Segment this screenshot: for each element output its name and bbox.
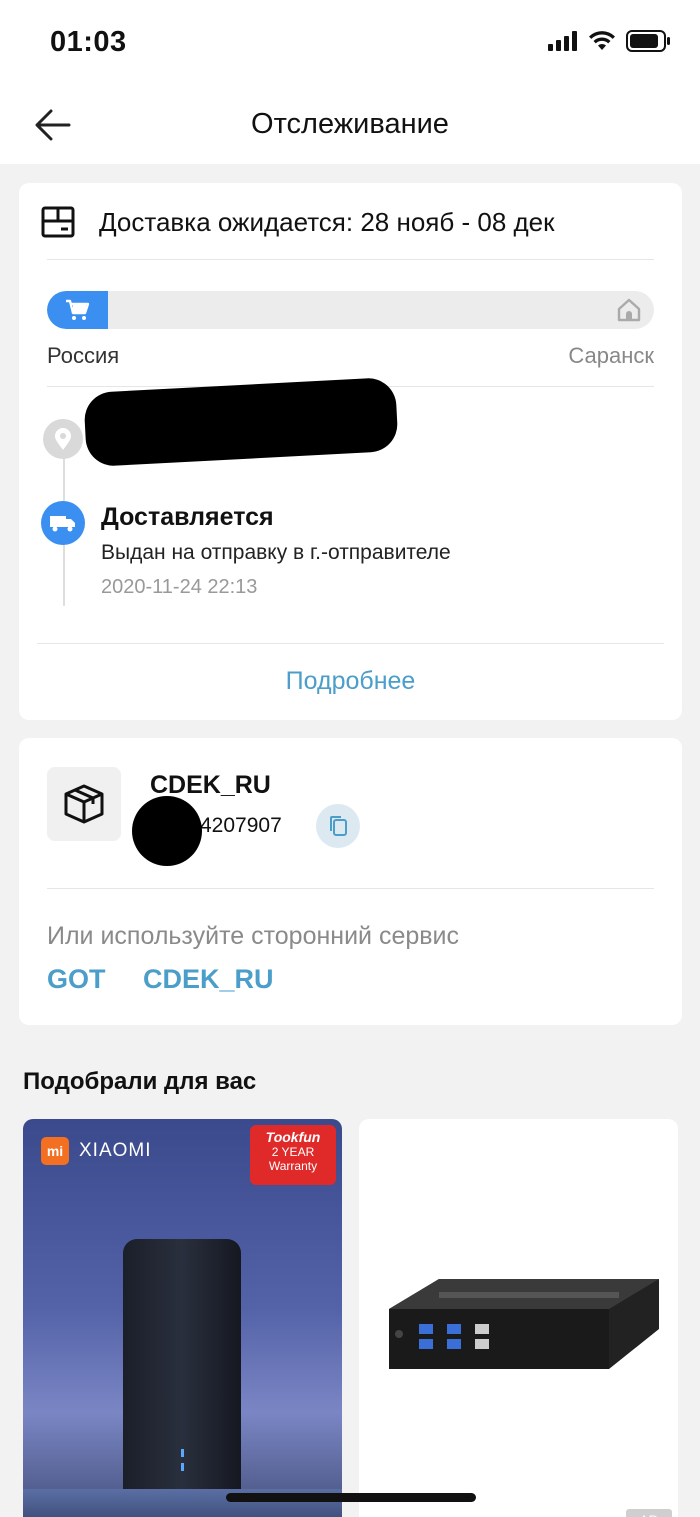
cart-icon [66, 299, 90, 320]
mini-pc-image [389, 1279, 659, 1369]
status-title: Доставляется [101, 503, 274, 531]
nav-bar: Отслеживание [0, 88, 700, 164]
status-timestamp: 2020-11-24 22:13 [101, 576, 258, 598]
home-icon [617, 298, 641, 322]
page-title: Отслеживание [251, 108, 449, 140]
product-card[interactable]: AD [359, 1119, 678, 1517]
divider [47, 888, 654, 889]
parcel-box-icon [64, 784, 104, 824]
service-link-cdek[interactable]: CDEK_RU [143, 964, 274, 995]
battery-icon [626, 30, 670, 52]
router-image [123, 1239, 241, 1517]
more-details-link[interactable]: Подробнее [19, 667, 682, 696]
third-party-service-label: Или используйте сторонний сервис [47, 922, 460, 950]
led [181, 1449, 184, 1457]
product-card[interactable]: mi XIAOMI Tookfun 2 YEAR Warranty [23, 1119, 342, 1517]
truck-icon [50, 516, 75, 532]
route-destination: Саранск [568, 343, 654, 368]
copy-tracking-button[interactable] [316, 804, 360, 848]
shipment-card: CDEK_RU 4207907 Или используйте сторонни… [19, 738, 682, 1025]
package-box-icon [41, 206, 75, 238]
brand-name: XIAOMI [79, 1140, 152, 1161]
copy-icon [330, 816, 347, 836]
delivery-progress-bar [47, 291, 654, 329]
parcel-icon-tile [47, 767, 121, 841]
signal-icon [548, 31, 577, 51]
wifi-icon [589, 31, 615, 50]
redacted-tracking-prefix [132, 796, 202, 866]
location-pin-icon [55, 428, 71, 450]
led [181, 1463, 184, 1471]
recommendations-title: Подобрали для вас [23, 1068, 257, 1095]
home-indicator[interactable] [226, 1493, 476, 1502]
eta-row: Доставка ожидается: 28 нояб - 08 дек [41, 205, 555, 239]
status-bar: 01:03 [0, 0, 700, 88]
location-pin [43, 419, 83, 459]
divider [37, 643, 664, 644]
brand-logo: mi XIAOMI [41, 1137, 152, 1165]
truck-status-marker [41, 501, 85, 545]
status-time: 01:03 [50, 26, 127, 58]
status-description: Выдан на отправку в г.-отправителе [101, 541, 451, 564]
ad-label: AD [626, 1509, 672, 1517]
tracking-number: 4207907 [200, 814, 282, 837]
service-link-got[interactable]: GOT [47, 964, 106, 995]
route-origin: Россия [47, 343, 120, 368]
eta-text: Доставка ожидается: 28 нояб - 08 дек [99, 206, 555, 237]
divider [47, 259, 654, 260]
mi-logo-icon: mi [41, 1137, 69, 1165]
status-icons [548, 30, 672, 52]
warranty-badge: Tookfun 2 YEAR Warranty [250, 1125, 336, 1185]
badge-brand: Tookfun [265, 1129, 321, 1145]
delivery-card: Доставка ожидается: 28 нояб - 08 дек Рос… [19, 183, 682, 720]
redacted-address [83, 376, 399, 468]
progress-fill [47, 291, 108, 329]
badge-text: 2 YEAR Warranty [268, 1145, 318, 1173]
